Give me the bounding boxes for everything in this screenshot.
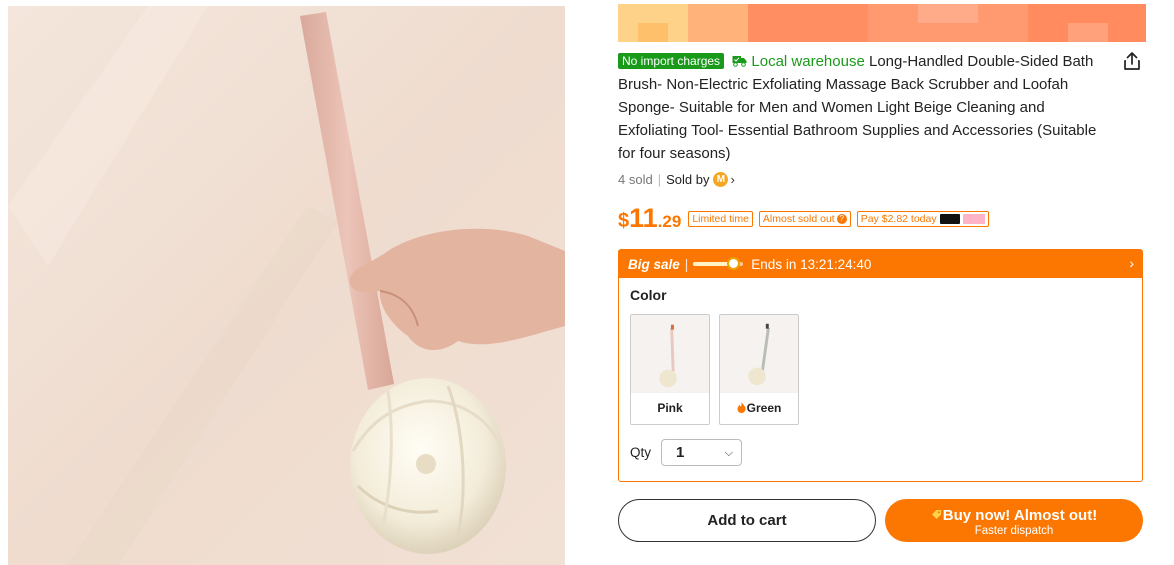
price: $ 11 .29: [618, 203, 681, 234]
buy-now-sub: Faster dispatch: [974, 525, 1054, 537]
almost-sold-out-tag[interactable]: Almost sold out?: [758, 210, 851, 227]
sale-box: Big sale | Ends in 13:21:24:40 › Color P…: [618, 249, 1143, 482]
bar-separator: |: [684, 256, 689, 272]
price-integer: 11: [629, 203, 658, 233]
question-icon[interactable]: ?: [836, 213, 847, 224]
pay-today-text: Pay $2.82 today: [860, 212, 937, 225]
big-sale-bar[interactable]: Big sale | Ends in 13:21:24:40 ›: [619, 250, 1142, 278]
chevron-right-icon[interactable]: ›: [1129, 255, 1134, 271]
quantity-value: 1: [676, 444, 685, 461]
local-warehouse-label: Local warehouse: [751, 53, 865, 70]
buy-now-button[interactable]: Buy now! Almost out! Faster dispatch: [885, 499, 1143, 542]
afterpay-logo: [939, 213, 960, 224]
no-import-charges-badge: No import charges: [618, 53, 725, 69]
chevron-right-icon[interactable]: ›: [730, 172, 734, 187]
swatch-pink[interactable]: Pink: [630, 314, 710, 425]
truck-icon: [732, 56, 747, 67]
sale-progress: [693, 257, 744, 270]
almost-sold-out-text: Almost sold out: [762, 212, 835, 225]
swatch-green-thumb: [720, 315, 798, 393]
product-title: No import charges Local warehouse Long-H…: [618, 50, 1112, 165]
big-sale-label: Big sale: [628, 256, 680, 272]
product-photo: [8, 6, 565, 565]
share-icon[interactable]: [1121, 50, 1143, 72]
limited-time-text: Limited time: [692, 212, 749, 225]
swatch-pink-thumb: [631, 315, 709, 393]
price-row: $ 11 .29 Limited time Almost sold out? P…: [618, 203, 989, 234]
swatch-green-text: Green: [746, 401, 782, 415]
divider: |: [657, 172, 662, 187]
chevron-down-icon: ⌵: [724, 447, 733, 459]
price-decimal: .29: [657, 212, 682, 231]
buy-now-label: Buy now! Almost out!: [942, 507, 1098, 524]
product-image[interactable]: [8, 6, 565, 565]
tag-icon: [931, 510, 941, 519]
seller-logo[interactable]: M: [713, 172, 729, 187]
quantity-select[interactable]: 1 ⌵: [661, 439, 742, 466]
add-to-cart-button[interactable]: Add to cart: [618, 499, 876, 542]
limited-time-tag: Limited time: [688, 210, 753, 227]
swatch-green[interactable]: Green: [719, 314, 799, 425]
pay-today-tag[interactable]: Pay $2.82 today: [856, 210, 989, 227]
sold-count: 4 sold: [618, 172, 653, 187]
swatch-green-label: Green: [720, 393, 798, 423]
sold-line: 4 sold | Sold by M ›: [618, 172, 735, 187]
sale-progress-dot: [727, 257, 741, 270]
price-currency: $: [618, 210, 630, 232]
qty-label: Qty: [630, 445, 652, 460]
color-label: Color: [630, 287, 667, 303]
sold-by-label: Sold by: [666, 172, 710, 187]
countdown: Ends in 13:21:24:40: [751, 256, 872, 272]
klarna-logo: [962, 213, 985, 224]
pixelated-shop-header: [618, 4, 1146, 42]
buy-now-main: Buy now! Almost out!: [885, 507, 1143, 524]
fire-icon: [737, 402, 746, 413]
swatch-pink-label: Pink: [657, 401, 683, 415]
